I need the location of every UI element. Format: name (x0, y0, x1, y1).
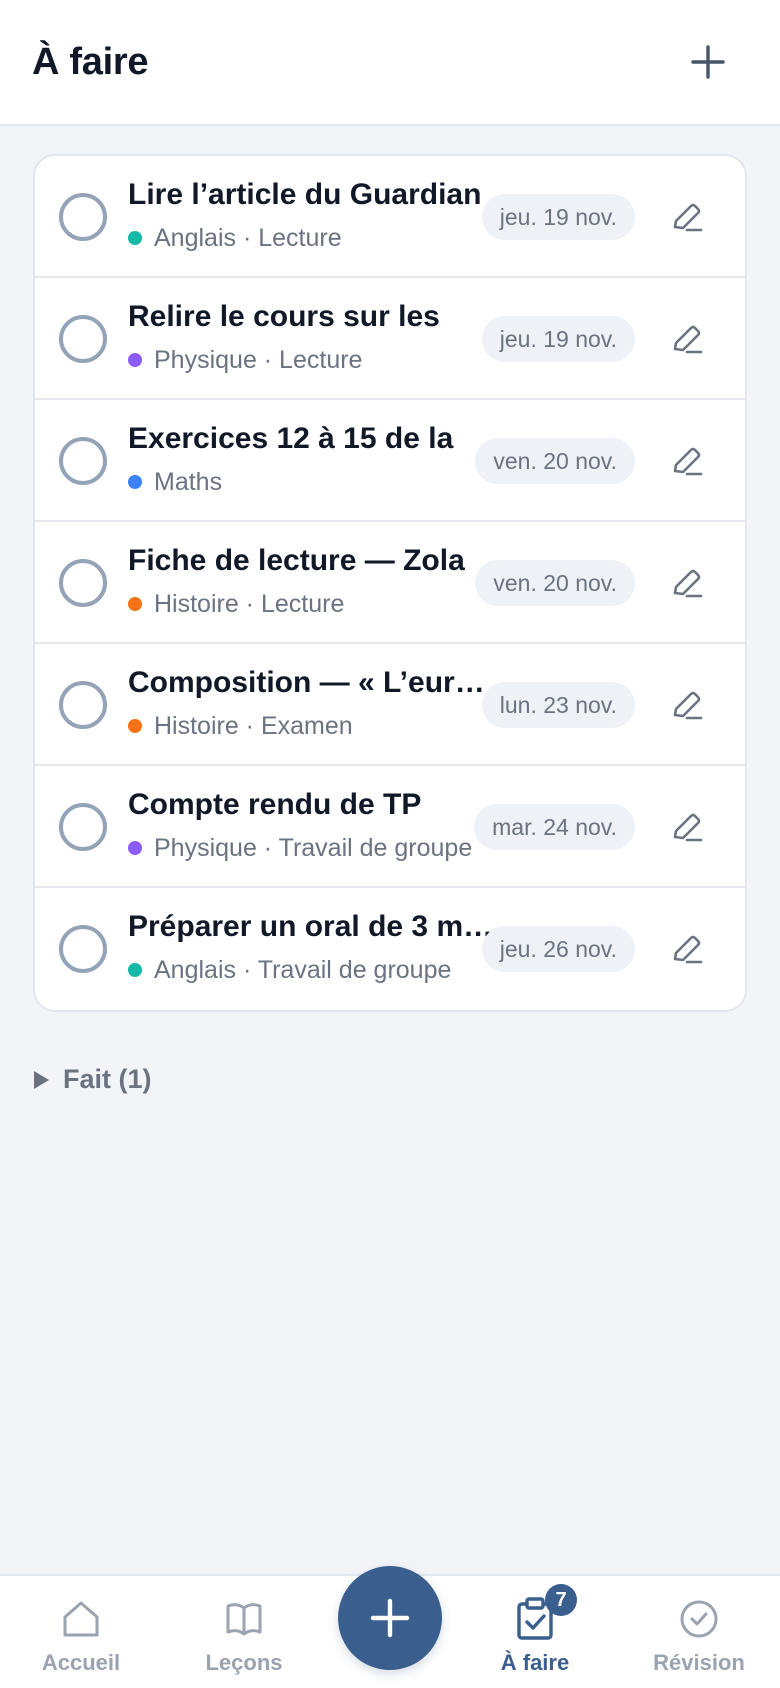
edit-task-button[interactable] (665, 805, 709, 849)
task-meta: Maths (128, 466, 500, 498)
edit-task-button[interactable] (665, 561, 709, 605)
task-subject-category: Anglais · Lecture (154, 224, 342, 252)
task-meta: Anglais · Lecture (128, 222, 500, 254)
subject-color-dot (128, 353, 142, 367)
nav-item-lessons[interactable]: Leçons (164, 1576, 324, 1688)
task-complete-checkbox[interactable] (59, 437, 107, 485)
task-text: Compte rendu de TP Physique · Travail de… (128, 786, 500, 864)
task-complete-checkbox[interactable] (59, 681, 107, 729)
top-bar: À faire (0, 0, 780, 126)
nav-label-lessons: Leçons (205, 1650, 283, 1675)
nav-label-review: Révision (653, 1650, 745, 1675)
task-subject-category: Physique · Lecture (154, 346, 363, 374)
task-row[interactable]: Composition — « L’europe Histoire · Exam… (35, 644, 745, 766)
expand-arrow-icon (34, 1070, 49, 1089)
task-text: Fiche de lecture — Zola Histoire · Lectu… (128, 542, 500, 620)
app: À faire Lire l’article du Guardian Angla… (0, 0, 780, 1688)
task-subject-category: Anglais · Travail de groupe (154, 956, 452, 984)
plus-icon (691, 45, 725, 79)
task-text: Composition — « L’europe Histoire · Exam… (128, 664, 500, 742)
nav-item-review[interactable]: Révision (619, 1576, 779, 1688)
task-text: Préparer un oral de 3 minutes Anglais · … (128, 908, 500, 986)
task-meta: Physique · Lecture (128, 344, 500, 376)
task-meta: Histoire · Examen (128, 710, 500, 742)
task-complete-checkbox[interactable] (59, 803, 107, 851)
task-complete-checkbox[interactable] (59, 315, 107, 363)
home-icon (63, 1601, 99, 1637)
task-title: Lire l’article du Guardian (128, 178, 482, 211)
task-row[interactable]: Lire l’article du Guardian Anglais · Lec… (35, 156, 745, 278)
subject-color-dot (128, 475, 142, 489)
subject-color-dot (128, 841, 142, 855)
check-circle-icon (680, 1600, 718, 1638)
task-title: Relire le cours sur les (128, 300, 440, 333)
task-subject-category: Physique · Travail de groupe (154, 834, 473, 862)
task-title: Composition — « L’europe (128, 666, 500, 699)
task-text: Lire l’article du Guardian Anglais · Lec… (128, 176, 500, 254)
add-fab-button[interactable] (338, 1566, 442, 1670)
pencil-icon (673, 935, 703, 964)
due-date-badge: jeu. 19 nov. (481, 316, 635, 362)
task-subject-category: Maths (154, 468, 223, 496)
task-title: Fiche de lecture — Zola (128, 544, 465, 577)
task-row[interactable]: Préparer un oral de 3 minutes Anglais · … (35, 888, 745, 1010)
subject-color-dot (128, 597, 142, 611)
task-text: Exercices 12 à 15 de la Maths (128, 420, 500, 498)
subject-color-dot (128, 963, 142, 977)
edit-task-button[interactable] (665, 195, 709, 239)
edit-task-button[interactable] (665, 317, 709, 361)
task-meta: Anglais · Travail de groupe (128, 954, 500, 986)
task-complete-checkbox[interactable] (59, 559, 107, 607)
plus-icon (370, 1598, 410, 1638)
pencil-icon (673, 325, 703, 354)
page-title: À faire (32, 40, 149, 83)
done-section-label: Fait (1) (63, 1064, 152, 1094)
due-date-badge: lun. 23 nov. (481, 682, 635, 728)
nav-item-home[interactable]: Accueil (1, 1576, 161, 1688)
task-text: Relire le cours sur les Physique · Lectu… (128, 298, 500, 376)
due-date-badge: mar. 24 nov. (474, 804, 635, 850)
add-task-button[interactable] (676, 30, 740, 94)
nav-label-todo: À faire (500, 1650, 570, 1675)
task-subject-category: Histoire · Examen (154, 712, 353, 740)
edit-task-button[interactable] (665, 439, 709, 483)
subject-color-dot (128, 231, 142, 245)
task-meta: Physique · Travail de groupe (128, 832, 500, 864)
pencil-icon (673, 813, 703, 842)
todo-count-badge: 7 (545, 1584, 577, 1616)
done-section-toggle[interactable]: Fait (1) (34, 1064, 152, 1095)
nav-item-todo[interactable]: 7 À faire (455, 1576, 615, 1688)
task-complete-checkbox[interactable] (59, 193, 107, 241)
task-title: Préparer un oral de 3 minutes (128, 910, 500, 943)
task-row[interactable]: Relire le cours sur les Physique · Lectu… (35, 278, 745, 400)
due-date-badge: ven. 20 nov. (475, 560, 635, 606)
book-open-icon (226, 1603, 262, 1636)
due-date-badge: ven. 20 nov. (475, 438, 635, 484)
task-meta: Histoire · Lecture (128, 588, 500, 620)
task-complete-checkbox[interactable] (59, 925, 107, 973)
task-subject-category: Histoire · Lecture (154, 590, 345, 618)
pencil-icon (673, 691, 703, 720)
pencil-icon (673, 447, 703, 476)
nav-label-home: Accueil (41, 1650, 121, 1675)
task-title: Compte rendu de TP (128, 788, 422, 821)
task-row[interactable]: Fiche de lecture — Zola Histoire · Lectu… (35, 522, 745, 644)
pencil-icon (673, 203, 703, 232)
subject-color-dot (128, 719, 142, 733)
edit-task-button[interactable] (665, 927, 709, 971)
edit-task-button[interactable] (665, 683, 709, 727)
due-date-badge: jeu. 19 nov. (481, 194, 635, 240)
pencil-icon (673, 569, 703, 598)
task-list: Lire l’article du Guardian Anglais · Lec… (33, 154, 747, 1012)
task-row[interactable]: Exercices 12 à 15 de la Maths ven. 20 no… (35, 400, 745, 522)
task-row[interactable]: Compte rendu de TP Physique · Travail de… (35, 766, 745, 888)
due-date-badge: jeu. 26 nov. (481, 926, 635, 972)
task-title: Exercices 12 à 15 de la (128, 422, 454, 455)
